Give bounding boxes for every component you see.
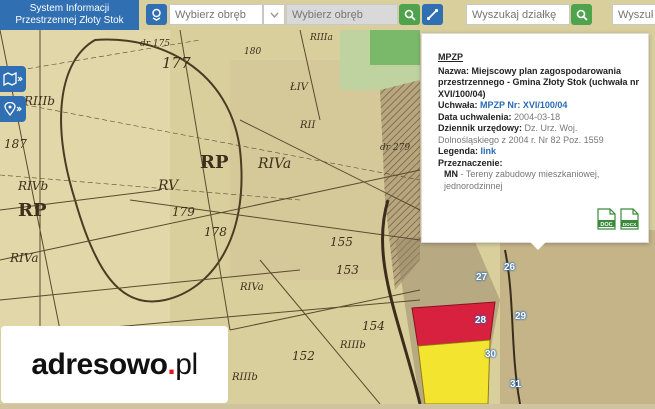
search-icon	[576, 9, 588, 21]
svg-text:153: 153	[336, 263, 359, 277]
popup-heading: MPZP	[438, 52, 464, 62]
plot-number[interactable]: 30	[485, 349, 496, 360]
search-icon	[404, 9, 416, 21]
measure-button[interactable]	[422, 4, 443, 25]
plot-number[interactable]: 28	[475, 315, 486, 326]
adoption-date-row: Data uchwalenia: 2004-03-18	[438, 112, 640, 124]
map-icon	[3, 72, 23, 86]
doc-file-label: DOC	[600, 222, 612, 228]
svg-text:RIIIb: RIIIb	[23, 94, 55, 108]
layers-button[interactable]	[146, 4, 167, 25]
logo-main-text: adresowo	[31, 347, 168, 381]
purpose-detail: MN - Tereny zabudowy mieszkaniowej, jedn…	[438, 169, 640, 192]
resolution-link[interactable]: MPZP Nr: XVI/100/04	[480, 100, 567, 110]
doc-file-icon: DOC	[597, 208, 616, 230]
svg-text:dr 175: dr 175	[140, 39, 170, 49]
logo-dot: .	[167, 347, 176, 381]
svg-text:154: 154	[362, 319, 385, 333]
svg-text:RP: RP	[200, 152, 229, 173]
precinct-input[interactable]	[286, 4, 398, 25]
plot-number[interactable]: 31	[510, 379, 521, 390]
map-layers-toggle[interactable]	[0, 66, 26, 92]
purpose-label: Przeznaczenie:	[438, 157, 503, 168]
logo-tld: pl	[175, 347, 198, 381]
popup-pointer	[530, 242, 546, 250]
svg-text:155: 155	[330, 235, 353, 249]
adoption-date-value: 2004-03-18	[514, 111, 561, 122]
svg-text:RIVa: RIVa	[239, 282, 264, 293]
plan-name-value: Miejscowy plan zagospodarowania przestrz…	[438, 65, 640, 99]
svg-text:180: 180	[244, 47, 261, 57]
document-downloads: DOC DOCX	[597, 208, 639, 230]
svg-text:179: 179	[172, 205, 195, 219]
docx-file-label: DOCX	[623, 222, 637, 227]
location-toggle[interactable]	[0, 96, 26, 122]
svg-text:RP: RP	[18, 200, 47, 221]
plan-name-row: Nazwa: Miejscowy plan zagospodarowania p…	[438, 66, 640, 101]
docx-file-icon: DOCX	[620, 208, 639, 230]
doc-download-button[interactable]: DOC	[597, 208, 616, 230]
ruler-icon	[426, 8, 439, 21]
svg-text:152: 152	[292, 349, 315, 363]
plot-number[interactable]: 27	[476, 272, 487, 283]
resolution-row: Uchwała: MPZP Nr: XVI/100/04	[438, 100, 640, 112]
official-journal-label: Dziennik urzędowy:	[438, 123, 523, 133]
address-search-input[interactable]	[612, 4, 655, 25]
parcel-search-input[interactable]	[466, 4, 570, 25]
parcel-search-button[interactable]	[571, 4, 592, 25]
official-journal-row: Dziennik urzędowy: Dz. Urz. Woj. Dolnośl…	[438, 123, 640, 146]
svg-text:RIVa: RIVa	[257, 156, 291, 172]
svg-text:RIIIb: RIIIb	[231, 372, 258, 383]
adoption-date-label: Data uchwalenia:	[438, 111, 512, 122]
precinct-search-button[interactable]	[399, 4, 420, 25]
layers-icon	[152, 8, 161, 21]
svg-text:RIIIa: RIIIa	[309, 33, 333, 43]
plan-name-label: Nazwa:	[438, 65, 470, 76]
docx-download-button[interactable]: DOCX	[620, 208, 639, 230]
top-toolbar: System Informacji Przestrzennej Złoty St…	[0, 0, 655, 30]
svg-text:178: 178	[204, 225, 227, 239]
svg-text:RII: RII	[299, 120, 316, 131]
svg-text:RIVa: RIVa	[9, 251, 39, 265]
precinct-dropdown-button[interactable]	[263, 4, 285, 25]
map-pin-icon	[4, 102, 22, 116]
purpose-row: Przeznaczenie:	[438, 158, 640, 170]
app-title: System Informacji Przestrzennej Złoty St…	[0, 0, 139, 30]
adresowo-watermark-logo: adresowo. pl	[1, 326, 228, 403]
legend-row: Legenda: link	[438, 146, 640, 158]
purpose-code: MN	[444, 169, 458, 179]
precinct-select[interactable]	[169, 4, 263, 25]
svg-text:ŁIV: ŁIV	[289, 82, 310, 93]
legend-link[interactable]: link	[481, 146, 497, 156]
plot-number[interactable]: 29	[515, 311, 526, 322]
plot-number[interactable]: 26	[504, 262, 515, 273]
chevron-down-icon	[269, 12, 279, 18]
svg-text:dr 279: dr 279	[380, 143, 410, 153]
svg-text:RV: RV	[157, 178, 180, 194]
svg-text:RIIIb: RIIIb	[339, 340, 366, 351]
purpose-value: - Tereny zabudowy mieszkaniowej, jednoro…	[444, 169, 600, 191]
legend-label: Legenda:	[438, 146, 479, 156]
svg-text:RIVb: RIVb	[17, 179, 48, 193]
resolution-label: Uchwała:	[438, 100, 478, 110]
svg-text:177: 177	[162, 54, 191, 72]
svg-text:187: 187	[4, 137, 27, 151]
